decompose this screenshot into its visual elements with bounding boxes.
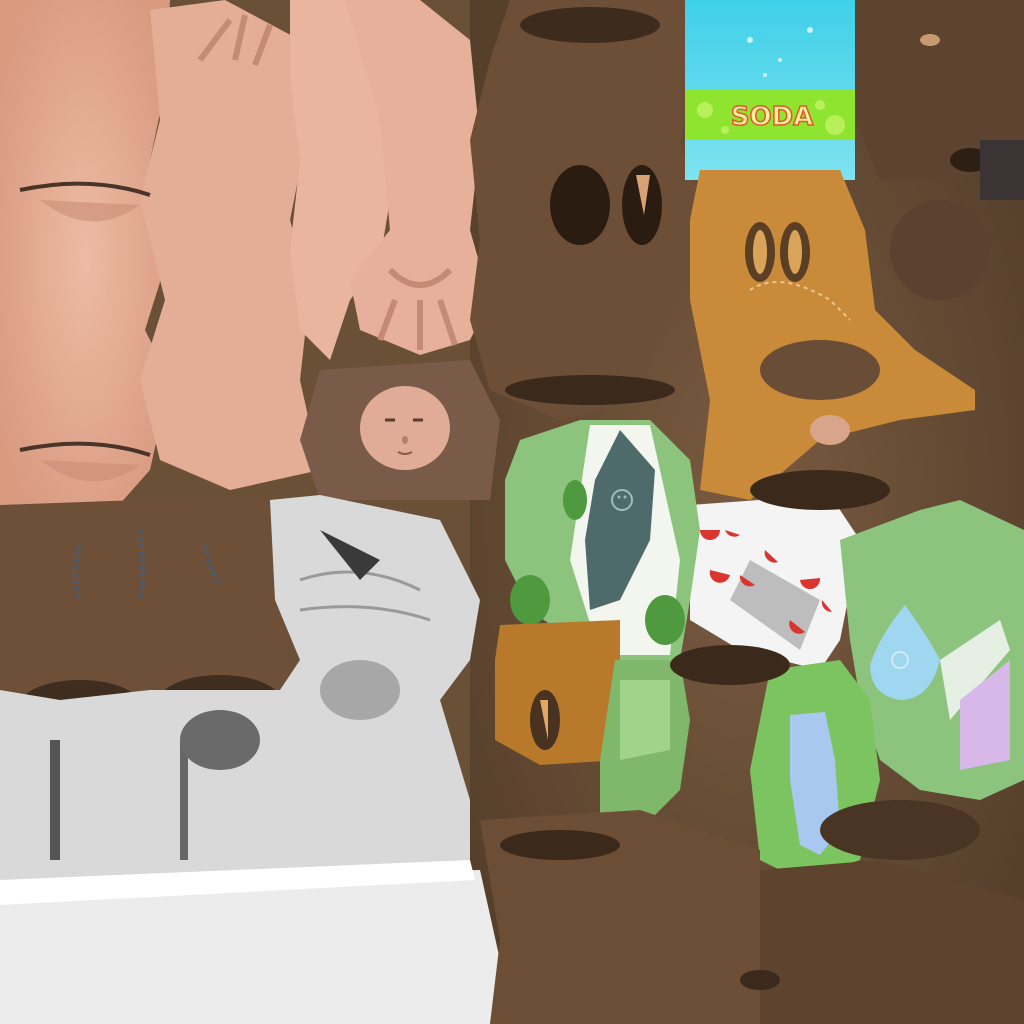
dark-head-panel-right [855, 0, 1024, 200]
orange-strap-panel [495, 620, 620, 765]
face-patch [300, 360, 500, 500]
texture-atlas: SODA [0, 0, 1024, 1024]
soda-can-panel: SODA [685, 0, 855, 180]
texture-atlas-canvas: SODA [0, 0, 1024, 1024]
soda-label-text: SODA [731, 102, 814, 132]
